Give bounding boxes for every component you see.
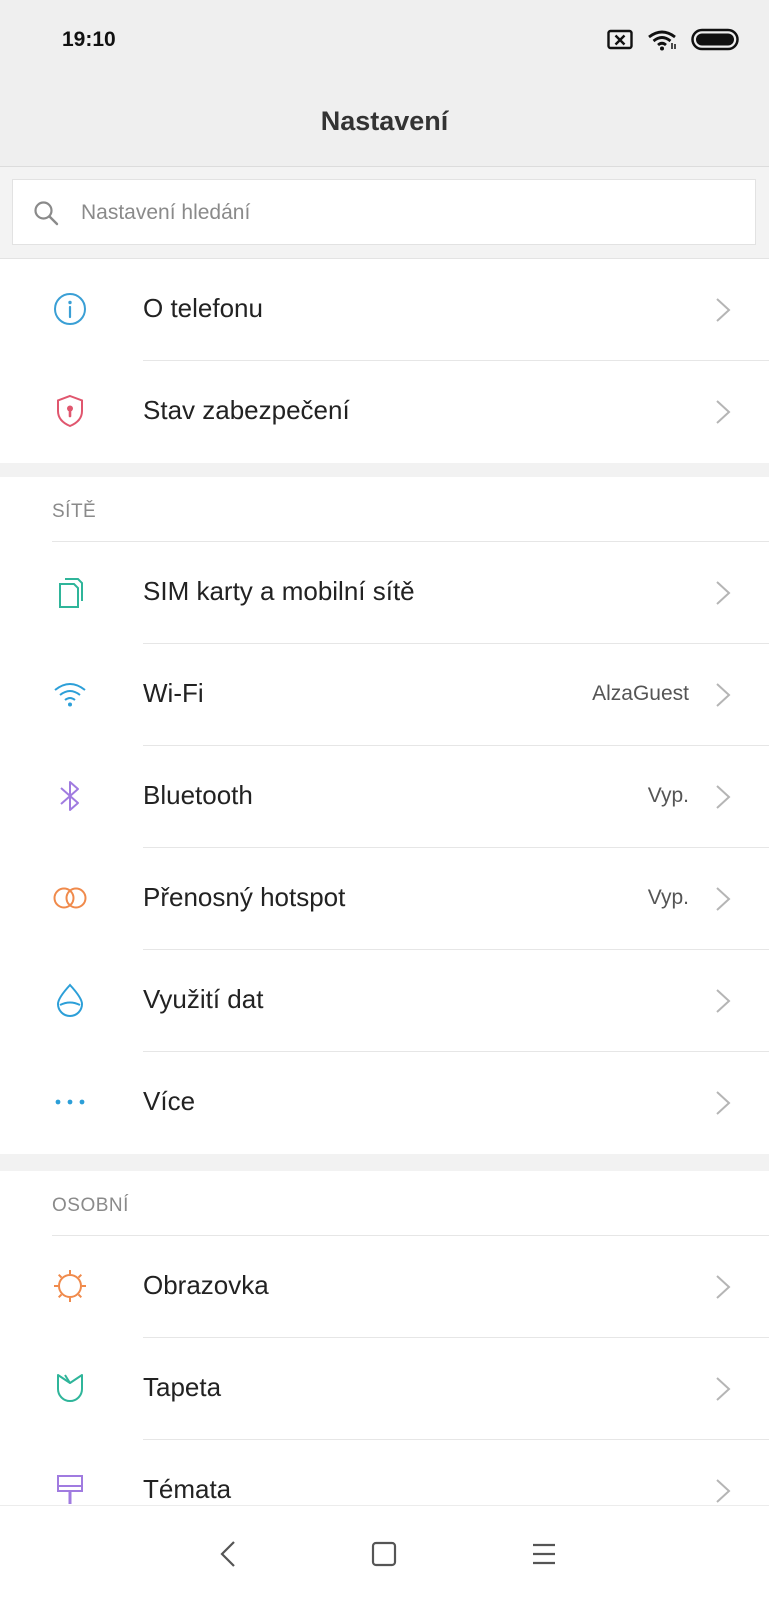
- app-header: Nastavení: [0, 84, 769, 167]
- settings-item-wifi[interactable]: Wi-Fi AlzaGuest: [0, 644, 769, 746]
- info-icon: [52, 291, 88, 327]
- more-dots-icon: [52, 1084, 88, 1120]
- section-header: OSOBNÍ: [0, 1171, 769, 1236]
- search-input[interactable]: [79, 190, 683, 236]
- settings-item-label: Bluetooth: [143, 780, 253, 810]
- settings-item-wallpaper[interactable]: Tapeta: [0, 1338, 769, 1440]
- page-title: Nastavení: [320, 106, 449, 136]
- data-drop-icon: [52, 982, 88, 1018]
- settings-item-label: Obrazovka: [143, 1270, 269, 1300]
- section-title: SÍTĚ: [52, 501, 97, 522]
- chevron-right-icon: [715, 1376, 731, 1407]
- settings-item-label: Témata: [143, 1474, 232, 1504]
- settings-item-security-status[interactable]: Stav zabezpečení: [0, 361, 769, 463]
- sun-icon: [52, 1268, 88, 1304]
- chevron-right-icon: [715, 399, 731, 430]
- settings-item-sim-cards[interactable]: SIM karty a mobilní sítě: [0, 542, 769, 644]
- back-icon[interactable]: [208, 1534, 248, 1574]
- settings-item-label: Využití dat: [143, 984, 264, 1014]
- home-icon[interactable]: [364, 1534, 404, 1574]
- status-bar: 19:10: [0, 0, 769, 84]
- sim-card-icon: [52, 574, 88, 610]
- settings-item-display[interactable]: Obrazovka: [0, 1236, 769, 1338]
- settings-item-data-usage[interactable]: Využití dat: [0, 950, 769, 1052]
- settings-item-value: Vyp.: [647, 784, 689, 807]
- settings-item-label: Wi-Fi: [143, 678, 204, 708]
- chevron-right-icon: [715, 580, 731, 611]
- chevron-right-icon: [715, 1274, 731, 1305]
- battery-icon: [691, 28, 741, 57]
- settings-item-label: SIM karty a mobilní sítě: [143, 576, 415, 606]
- settings-item-label: Stav zabezpečení: [143, 395, 350, 425]
- section-header: SÍTĚ: [0, 477, 769, 542]
- settings-item-label: Tapeta: [143, 1372, 222, 1402]
- section-personal: OSOBNÍ Obrazovka Tapeta Témata: [0, 1171, 769, 1505]
- settings-item-about-phone[interactable]: O telefonu: [0, 259, 769, 361]
- search-box[interactable]: [12, 179, 756, 245]
- tulip-icon: [52, 1370, 88, 1406]
- wifi-icon: [52, 676, 88, 712]
- settings-item-label: O telefonu: [143, 293, 263, 323]
- chevron-right-icon: [715, 886, 731, 917]
- shield-icon: [52, 393, 88, 429]
- chevron-right-icon: [715, 1478, 731, 1505]
- section-networks: SÍTĚ SIM karty a mobilní sítě Wi-Fi Alza…: [0, 477, 769, 1154]
- settings-item-more[interactable]: Více: [0, 1052, 769, 1154]
- status-time: 19:10: [62, 28, 116, 51]
- chevron-right-icon: [715, 297, 731, 328]
- chevron-right-icon: [715, 1090, 731, 1121]
- navigation-bar: [0, 1505, 769, 1601]
- settings-item-themes[interactable]: Témata: [0, 1440, 769, 1505]
- settings-item-hotspot[interactable]: Přenosný hotspot Vyp.: [0, 848, 769, 950]
- section-title: OSOBNÍ: [52, 1195, 129, 1216]
- no-sim-icon: [607, 29, 633, 56]
- settings-item-label: Přenosný hotspot: [143, 882, 346, 912]
- chevron-right-icon: [715, 988, 731, 1019]
- settings-item-value: Vyp.: [647, 886, 689, 909]
- wifi-icon: [647, 29, 677, 56]
- menu-icon[interactable]: [524, 1534, 564, 1574]
- bluetooth-icon: [52, 778, 88, 814]
- search-icon: [33, 200, 59, 231]
- brush-icon: [52, 1472, 88, 1505]
- top-settings-group: O telefonu Stav zabezpečení: [0, 259, 769, 463]
- settings-item-label: Více: [143, 1086, 196, 1116]
- chevron-right-icon: [715, 682, 731, 713]
- settings-item-value: AlzaGuest: [592, 682, 689, 705]
- settings-item-bluetooth[interactable]: Bluetooth Vyp.: [0, 746, 769, 848]
- search-area: [0, 167, 769, 259]
- chevron-right-icon: [715, 784, 731, 815]
- hotspot-icon: [52, 880, 88, 916]
